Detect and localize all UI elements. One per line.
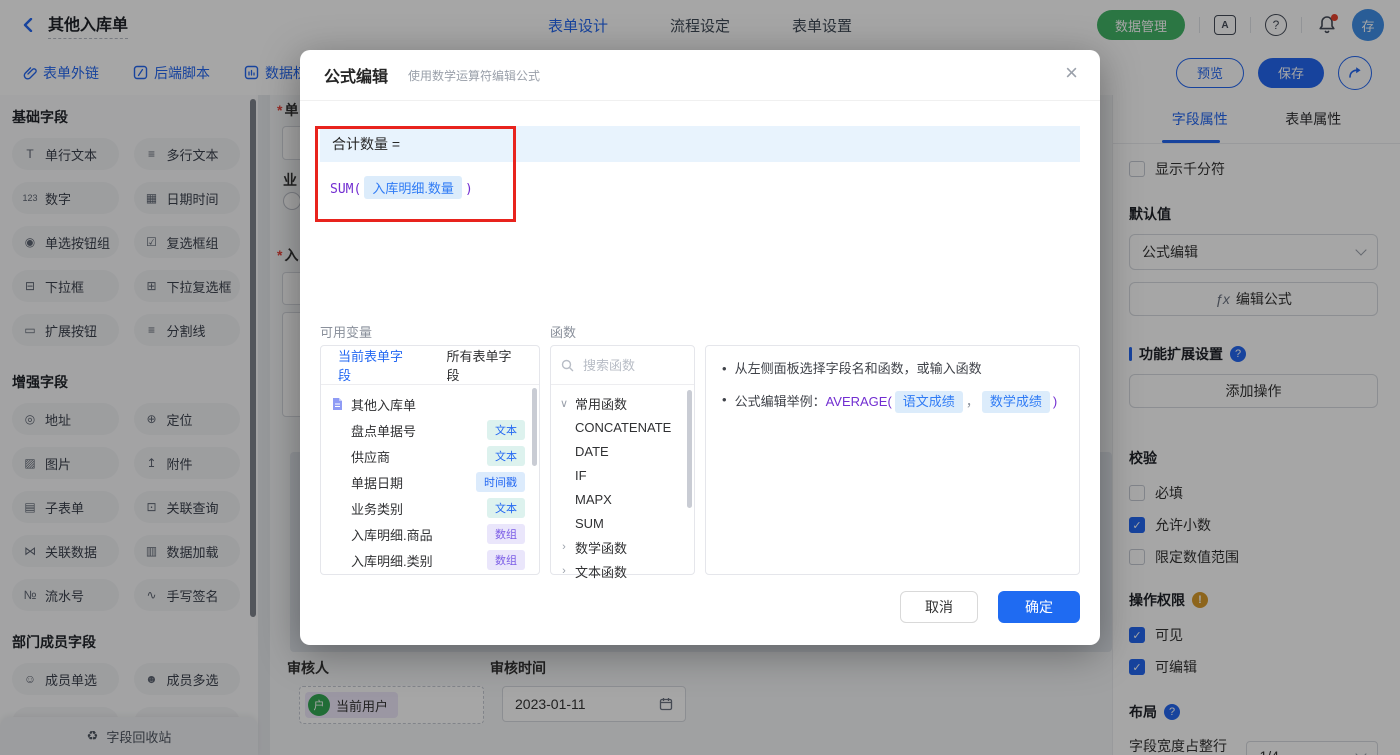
- function-search-input[interactable]: [581, 356, 685, 374]
- variables-panel: 当前表单字段 所有表单字段 其他入库单 盘点单据号 文本 供应商 文本 单据日期 时间…: [320, 345, 540, 575]
- type-badge: 数组: [487, 550, 525, 570]
- function-search: [551, 346, 694, 385]
- search-icon: [561, 359, 574, 372]
- bullet: •: [722, 361, 727, 376]
- caret-icon: ›: [562, 541, 566, 553]
- variables-scrollbar[interactable]: [532, 388, 537, 466]
- function-item-concatenate[interactable]: CONCATENATE: [551, 415, 694, 439]
- variables-tree: 其他入库单 盘点单据号 文本 供应商 文本 单据日期 时间戳 业务类别 文本 入库明细.…: [321, 385, 539, 573]
- tab-current-form-fields[interactable]: 当前表单字段: [338, 346, 414, 384]
- tree-root[interactable]: 其他入库单: [321, 391, 539, 417]
- function-item-date[interactable]: DATE: [551, 439, 694, 463]
- close-icon[interactable]: ×: [1065, 62, 1078, 84]
- type-badge: 文本: [487, 498, 525, 518]
- cancel-button[interactable]: 取消: [900, 591, 978, 623]
- variables-label: 可用变量: [320, 325, 373, 340]
- functions-scrollbar[interactable]: [687, 390, 692, 508]
- function-item-if[interactable]: IF: [551, 463, 694, 487]
- caret-icon: ›: [562, 565, 566, 577]
- type-badge: 时间戳: [476, 472, 525, 492]
- function-group-text[interactable]: › 文本函数: [551, 559, 694, 583]
- tip-line: • 从左侧面板选择字段名和函数，或输入函数: [722, 361, 982, 376]
- dialog-title: 公式编辑: [324, 69, 389, 86]
- variable-row[interactable]: 供应商 文本: [321, 443, 539, 469]
- function-group-math[interactable]: › 数学函数: [551, 535, 694, 559]
- type-badge: 文本: [487, 420, 525, 440]
- bullet: •: [722, 392, 727, 407]
- caret-icon: ∨: [559, 397, 569, 410]
- type-badge: 数组: [487, 524, 525, 544]
- function-group-common[interactable]: ∨ 常用函数: [551, 391, 694, 415]
- example-token: 数学成绩: [981, 391, 1050, 413]
- variable-row[interactable]: 入库明细.商品 数组: [321, 521, 539, 547]
- app-window: 其他入库单 表单设计 流程设定 表单设置 数据管理 A ? 存 表单外链 后端脚…: [0, 0, 1400, 755]
- function-item-mapx[interactable]: MAPX: [551, 487, 694, 511]
- functions-panel: ∨ 常用函数 CONCATENATE DATE IF MAPX SUM › 数学…: [550, 345, 695, 580]
- variable-row[interactable]: 单据日期 时间戳: [321, 469, 539, 495]
- dialog-subtitle: 使用数学运算符编辑公式: [408, 68, 541, 83]
- function-item-sum[interactable]: SUM: [551, 511, 694, 535]
- tip-example-line: • 公式编辑举例：AVERAGE(语文成绩，数学成绩): [722, 391, 1063, 413]
- annotation-highlight-rect: [315, 126, 516, 222]
- example-token: 语文成绩: [894, 391, 963, 413]
- confirm-button[interactable]: 确定: [998, 591, 1080, 623]
- variable-row[interactable]: 入库明细.类别 数组: [321, 547, 539, 573]
- formula-tips-panel: • 从左侧面板选择字段名和函数，或输入函数 • 公式编辑举例：AVERAGE(语…: [705, 345, 1080, 575]
- variable-row[interactable]: 业务类别 文本: [321, 495, 539, 521]
- example-function-name: AVERAGE(: [825, 394, 892, 409]
- tab-all-form-fields[interactable]: 所有表单字段: [447, 346, 523, 384]
- tip-example: 公式编辑举例：AVERAGE(语文成绩，数学成绩): [735, 391, 1057, 413]
- type-badge: 文本: [487, 446, 525, 466]
- variable-row[interactable]: 盘点单据号 文本: [321, 417, 539, 443]
- functions-label: 函数: [550, 325, 577, 340]
- variables-tabs: 当前表单字段 所有表单字段: [321, 346, 539, 385]
- document-icon: [331, 397, 344, 411]
